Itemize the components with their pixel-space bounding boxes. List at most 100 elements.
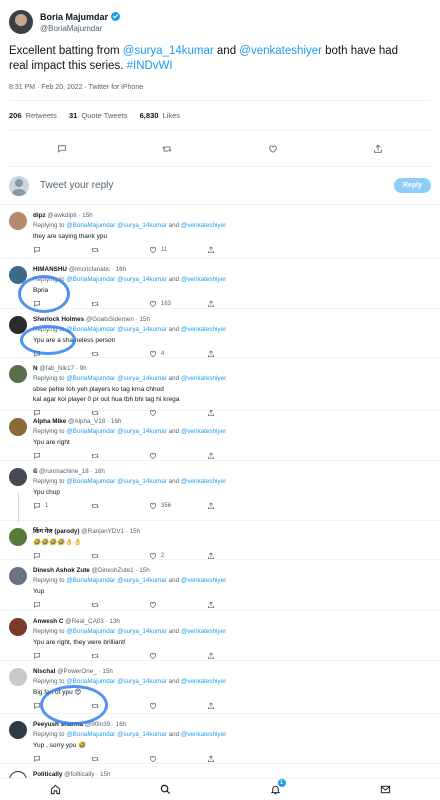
- reply-author-handle[interactable]: @imcricfanatic: [69, 266, 110, 273]
- reply-retweet-action[interactable]: [91, 552, 149, 560]
- reply-reply-action[interactable]: [33, 652, 91, 660]
- reply-time[interactable]: · 15h: [78, 212, 92, 219]
- reply-author-handle[interactable]: @PowerOne_: [57, 668, 97, 675]
- reply-icon[interactable]: [33, 350, 41, 358]
- reply-retweet-action[interactable]: [91, 601, 149, 609]
- reply-icon[interactable]: [33, 300, 41, 308]
- mention-link[interactable]: @venkateshiyer: [181, 375, 226, 382]
- reply-author-name[interactable]: 𝕾: [33, 468, 37, 475]
- reply-item[interactable]: Nischal @PowerOne_ · 15h Replying to @Bor…: [0, 661, 440, 714]
- reply-item[interactable]: N @fab_Nik17 · 9h Replying to @BoriaMajum…: [0, 358, 440, 417]
- reply-time[interactable]: · 15h: [96, 771, 110, 778]
- share-icon[interactable]: [207, 755, 215, 763]
- reply-icon[interactable]: [33, 246, 41, 254]
- heart-icon[interactable]: [149, 350, 157, 358]
- reply-item[interactable]: Sherlock Holmes @GoatsSidemen · 15h Reply…: [0, 309, 440, 358]
- retweet-icon[interactable]: [91, 246, 99, 254]
- bell-icon[interactable]: 1: [270, 779, 286, 795]
- reply-share-action[interactable]: [207, 502, 265, 510]
- mention-link[interactable]: @BoriaMajumdar @surya_14kumar: [66, 428, 167, 435]
- reply-avatar[interactable]: [9, 567, 27, 585]
- mention-link[interactable]: @venkateshiyer: [181, 326, 226, 333]
- reply-avatar[interactable]: [9, 418, 27, 436]
- reply-retweet-action[interactable]: [91, 300, 149, 308]
- share-icon[interactable]: [207, 300, 215, 308]
- mention-link[interactable]: @venkateshiyer: [181, 276, 226, 283]
- reply-share-action[interactable]: [207, 452, 265, 460]
- heart-icon[interactable]: [268, 144, 278, 154]
- reply-avatar[interactable]: [9, 316, 27, 334]
- reply-share-action[interactable]: [207, 702, 265, 710]
- reply-share-action[interactable]: [207, 652, 265, 660]
- reply-icon[interactable]: [33, 552, 41, 560]
- reply-author-handle[interactable]: @foiltically: [64, 771, 94, 778]
- reply-like-action[interactable]: 11: [149, 245, 207, 255]
- reply-time[interactable]: · 9h: [76, 365, 87, 372]
- search-icon[interactable]: [160, 784, 171, 795]
- mail-icon[interactable]: [380, 784, 391, 795]
- reply-avatar[interactable]: [9, 528, 27, 546]
- share-icon[interactable]: [207, 246, 215, 254]
- mention-link[interactable]: @surya_14kumar: [123, 45, 214, 57]
- reply-author-handle[interactable]: @GoatsSidemen: [86, 316, 134, 323]
- reply-icon[interactable]: [33, 601, 41, 609]
- reply-reply-action[interactable]: [33, 300, 91, 308]
- share-icon[interactable]: [207, 552, 215, 560]
- retweet-icon[interactable]: [91, 702, 99, 710]
- reply-icon[interactable]: [33, 652, 41, 660]
- reply-reply-action[interactable]: [33, 702, 91, 710]
- reply-author-handle[interactable]: @runmachine_18: [39, 468, 89, 475]
- retweet-icon[interactable]: [91, 452, 99, 460]
- retweet-icon[interactable]: [91, 652, 99, 660]
- retweet-icon[interactable]: [91, 601, 99, 609]
- heart-icon[interactable]: [149, 300, 157, 308]
- reply-avatar[interactable]: [9, 212, 27, 230]
- share-icon[interactable]: [207, 702, 215, 710]
- mention-link[interactable]: @BoriaMajumdar @surya_14kumar: [66, 577, 167, 584]
- reply-retweet-action[interactable]: [91, 246, 149, 254]
- mention-link[interactable]: @BoriaMajumdar @surya_14kumar: [66, 478, 167, 485]
- reply-icon[interactable]: [33, 452, 41, 460]
- tweet-timestamp[interactable]: 8:31 PM · Feb 20, 2022 · Twitter for iPh…: [9, 84, 431, 101]
- quotes-stat[interactable]: 31 Quote Tweets: [69, 111, 128, 120]
- reply-retweet-action[interactable]: [91, 350, 149, 358]
- hashtag-link[interactable]: #INDvWI: [127, 60, 173, 72]
- reply-item[interactable]: किंग गेल (parody) @RanjanYDV1 · 15h 🤣🤣🤣🤣👌…: [0, 521, 440, 560]
- heart-icon[interactable]: [149, 702, 157, 710]
- reply-item[interactable]: Anwesh C @Real_CA03 · 13h Replying to @Bo…: [0, 611, 440, 661]
- reply-author-handle[interactable]: @Alpha_V18: [68, 418, 105, 425]
- reply-author-name[interactable]: Sherlock Holmes: [33, 316, 84, 323]
- reply-reply-action[interactable]: [33, 601, 91, 609]
- reply-time[interactable]: · 15h: [126, 528, 140, 535]
- reply-reply-action[interactable]: 1: [33, 501, 91, 511]
- heart-icon[interactable]: [149, 601, 157, 609]
- reply-reply-action[interactable]: [33, 246, 91, 254]
- retweet-icon[interactable]: [91, 755, 99, 763]
- reply-author-name[interactable]: Dinesh Ashok Zute: [33, 567, 90, 574]
- author-name[interactable]: Boria Majumdar: [40, 11, 121, 23]
- reply-avatar[interactable]: [9, 618, 27, 636]
- reply-time[interactable]: · 13h: [106, 618, 120, 625]
- reply-retweet-action[interactable]: [91, 409, 149, 417]
- reply-author-handle[interactable]: @Real_CA03: [65, 618, 104, 625]
- reply-author-name[interactable]: किंग गेल (parody): [33, 528, 80, 535]
- reply-share-action[interactable]: [207, 246, 265, 254]
- reply-avatar[interactable]: [9, 468, 27, 486]
- retweet-icon[interactable]: [91, 409, 99, 417]
- reply-like-action[interactable]: [149, 409, 207, 417]
- reply-time[interactable]: · 16h: [112, 266, 126, 273]
- retweets-stat[interactable]: 206 Retweets: [9, 111, 57, 120]
- reply-time[interactable]: · 15h: [99, 668, 113, 675]
- reply-reply-action[interactable]: [33, 552, 91, 560]
- reply-share-action[interactable]: [207, 350, 265, 358]
- reply-reply-action[interactable]: [33, 452, 91, 460]
- mention-link[interactable]: @venkateshiyer: [181, 731, 226, 738]
- reply-author-name[interactable]: Peeyush sharma: [33, 721, 83, 728]
- retweet-icon[interactable]: [91, 502, 99, 510]
- mention-link[interactable]: @BoriaMajumdar @surya_14kumar: [66, 731, 167, 738]
- retweet-icon[interactable]: [91, 552, 99, 560]
- reply-author-handle[interactable]: @RanjanYDV1: [81, 528, 124, 535]
- mention-link[interactable]: @venkateshiyer: [181, 577, 226, 584]
- heart-icon[interactable]: [149, 652, 157, 660]
- home-icon[interactable]: [50, 784, 61, 795]
